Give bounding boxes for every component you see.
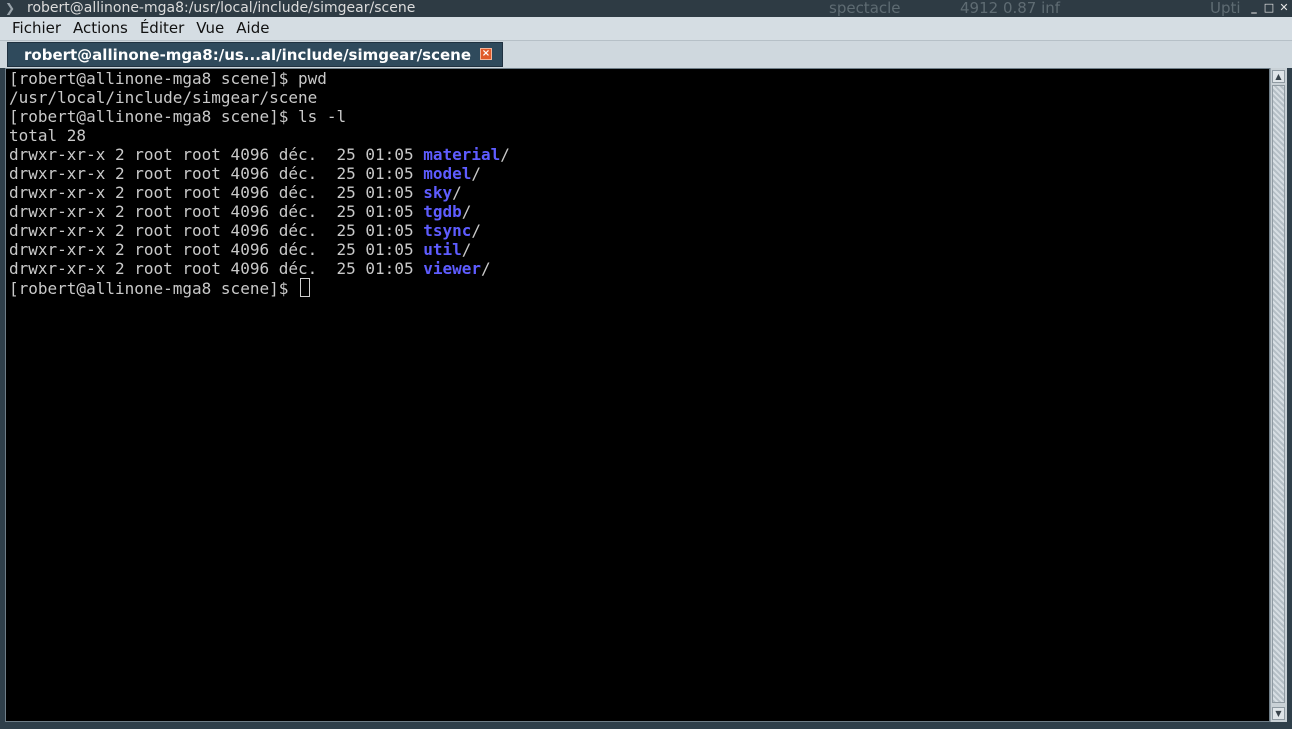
terminal-line: drwxr-xr-x 2 root root 4096 déc. 25 01:0…	[9, 221, 481, 240]
terminal-icon[interactable]: ❯	[2, 1, 18, 16]
terminal-line: drwxr-xr-x 2 root root 4096 déc. 25 01:0…	[9, 183, 462, 202]
text-cursor	[299, 278, 310, 297]
menu-vue[interactable]: Vue	[190, 17, 230, 40]
maximize-button[interactable]: □	[1263, 1, 1275, 14]
terminal-line: drwxr-xr-x 2 root root 4096 déc. 25 01:0…	[9, 145, 510, 164]
terminal-line: [robert@allinone-mga8 scene]$ pwd	[9, 69, 327, 88]
terminal-line: /usr/local/include/simgear/scene	[9, 88, 318, 107]
panel-text-right: Upti	[1210, 0, 1241, 17]
minimize-button[interactable]: _	[1248, 1, 1260, 14]
tab-label: robert@allinone-mga8:/us...al/include/si…	[24, 45, 472, 64]
terminal-line: [robert@allinone-mga8 scene]$ ls -l	[9, 107, 347, 126]
dir-suffix: /	[461, 202, 472, 221]
dir-suffix: /	[471, 221, 482, 240]
terminal-line: drwxr-xr-x 2 root root 4096 déc. 25 01:0…	[9, 164, 481, 183]
directory-name: material	[423, 145, 501, 164]
ls-entry-meta: drwxr-xr-x 2 root root 4096 déc. 25 01:0…	[9, 183, 424, 202]
chevron-down-icon[interactable]: ▼	[1272, 707, 1285, 720]
menu-editer[interactable]: Éditer	[134, 17, 190, 40]
close-button[interactable]: ✕	[1278, 1, 1290, 14]
tab-terminal-session[interactable]: robert@allinone-mga8:/us...al/include/si…	[7, 42, 503, 67]
terminal-line: drwxr-xr-x 2 root root 4096 déc. 25 01:0…	[9, 240, 471, 259]
window-bottom-frame	[0, 722, 1292, 729]
window-title: robert@allinone-mga8:/usr/local/include/…	[27, 0, 416, 16]
terminal-line: drwxr-xr-x 2 root root 4096 déc. 25 01:0…	[9, 259, 491, 278]
directory-name: util	[423, 240, 462, 259]
ls-entry-meta: drwxr-xr-x 2 root root 4096 déc. 25 01:0…	[9, 240, 424, 259]
terminal-line: drwxr-xr-x 2 root root 4096 déc. 25 01:0…	[9, 202, 471, 221]
directory-name: viewer	[423, 259, 482, 278]
scrollbar-thumb[interactable]	[1272, 85, 1285, 703]
panel-text-mid: 4912 0.87 inf	[960, 0, 1061, 17]
ls-entry-meta: drwxr-xr-x 2 root root 4096 déc. 25 01:0…	[9, 259, 424, 278]
ls-entry-meta: drwxr-xr-x 2 root root 4096 déc. 25 01:0…	[9, 221, 424, 240]
tab-bar: robert@allinone-mga8:/us...al/include/si…	[0, 41, 1292, 68]
panel-text-left: spectacle	[829, 0, 901, 17]
ls-entry-meta: drwxr-xr-x 2 root root 4096 déc. 25 01:0…	[9, 145, 424, 164]
directory-name: model	[423, 164, 472, 183]
directory-name: tgdb	[423, 202, 462, 221]
close-icon[interactable]: ×	[480, 48, 492, 60]
shell-prompt: [robert@allinone-mga8 scene]$	[9, 279, 298, 298]
ls-entry-meta: drwxr-xr-x 2 root root 4096 déc. 25 01:0…	[9, 164, 424, 183]
dir-suffix: /	[471, 164, 482, 183]
dir-suffix: /	[452, 183, 462, 202]
directory-name: sky	[423, 183, 453, 202]
dir-suffix: /	[500, 145, 510, 164]
dir-suffix: /	[481, 259, 491, 278]
terminal-output[interactable]: [robert@allinone-mga8 scene]$ pwd /usr/l…	[5, 68, 1270, 722]
terminal-scrollbar[interactable]: ▲ ▼	[1270, 68, 1287, 722]
menu-aide[interactable]: Aide	[230, 17, 275, 40]
window-buttons: _ □ ✕	[1248, 1, 1290, 16]
directory-name: tsync	[423, 221, 472, 240]
terminal-line: total 28	[9, 126, 87, 145]
menu-actions[interactable]: Actions	[67, 17, 134, 40]
chevron-up-icon[interactable]: ▲	[1272, 70, 1285, 83]
menu-fichier[interactable]: Fichier	[6, 17, 67, 40]
dir-suffix: /	[461, 240, 472, 259]
window-titlebar[interactable]: ❯ robert@allinone-mga8:/usr/local/includ…	[0, 0, 1292, 17]
menu-bar: Fichier Actions Éditer Vue Aide	[0, 17, 1292, 41]
terminal-prompt-line: [robert@allinone-mga8 scene]$	[9, 278, 310, 298]
ls-entry-meta: drwxr-xr-x 2 root root 4096 déc. 25 01:0…	[9, 202, 424, 221]
